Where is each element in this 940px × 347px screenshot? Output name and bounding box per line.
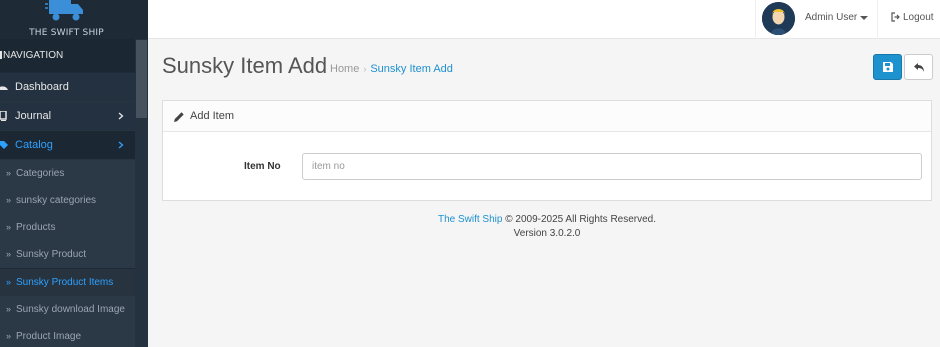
footer-version: Version 3.0.2.0 (513, 228, 581, 239)
logout-label: Logout (903, 12, 934, 23)
sidebar-subitem-sunsky-product-items[interactable]: » Sunsky Product Items (0, 269, 135, 296)
scrollbar-thumb[interactable] (136, 40, 147, 118)
sidebar-item-journal[interactable]: Journal (0, 102, 135, 131)
top-header: THE SWIFT SHIP Admin User Logout (0, 0, 940, 39)
reply-icon (913, 62, 924, 72)
caret-down-icon (860, 16, 868, 20)
panel-title: Add Item (190, 110, 235, 122)
item-no-label: Item No (244, 161, 281, 172)
truck-icon (45, 0, 83, 21)
sidebar: NAVIGATION Dashboard Journal Catalog » C… (0, 39, 148, 347)
back-button[interactable] (904, 54, 933, 80)
item-no-input[interactable] (302, 153, 922, 180)
brand-name: THE SWIFT SHIP (29, 28, 104, 38)
breadcrumb-separator: › (363, 64, 367, 74)
panel-heading: Add Item (163, 101, 931, 132)
breadcrumb-home[interactable]: Home (330, 63, 359, 75)
sidebar-subitem-sunsky-download-image[interactable]: » Sunsky download Image (0, 296, 135, 323)
angle-right-icon: » (6, 304, 12, 314)
chevron-right-icon (118, 112, 124, 120)
sidebar-item-label: Journal (15, 110, 52, 122)
footer-copyright-line: The Swift Ship © 2009-2025 All Rights Re… (162, 213, 932, 227)
user-name: Admin User (805, 12, 858, 23)
sidebar-item-label: Dashboard (15, 81, 69, 93)
user-avatar-icon (762, 2, 795, 35)
sidebar-subitem-sunsky-categories[interactable]: » sunsky categories (0, 187, 135, 214)
angle-right-icon: » (6, 195, 12, 205)
breadcrumb-current[interactable]: Sunsky Item Add (370, 63, 453, 75)
angle-right-icon: » (6, 331, 12, 341)
brand-logo[interactable]: THE SWIFT SHIP (0, 0, 148, 39)
angle-right-icon: » (6, 222, 12, 232)
breadcrumb: Home › Sunsky Item Add (330, 63, 453, 75)
sidebar-subitem-categories[interactable]: » Categories (0, 160, 135, 187)
sidebar-heading: NAVIGATION (0, 39, 135, 72)
avatar (762, 2, 795, 35)
sidebar-subitem-sunsky-product[interactable]: » Sunsky Product (0, 241, 135, 268)
save-button[interactable] (873, 54, 902, 80)
add-item-panel: Add Item Item No (162, 100, 932, 201)
sidebar-subitem-products[interactable]: » Products (0, 214, 135, 241)
sidebar-subitem-product-image[interactable]: » Product Image (0, 323, 135, 347)
angle-right-icon: » (6, 277, 12, 287)
footer: The Swift Ship © 2009-2025 All Rights Re… (162, 213, 932, 241)
footer-copyright: © 2009-2025 All Rights Reserved. (505, 214, 657, 225)
angle-right-icon: » (6, 249, 12, 259)
sidebar-scrollbar[interactable] (135, 39, 148, 347)
sidebar-item-catalog[interactable]: Catalog (0, 131, 135, 160)
tag-icon (0, 141, 8, 149)
sign-out-icon (891, 12, 900, 22)
sidebar-item-label: Catalog (15, 139, 53, 151)
bars-icon (0, 51, 2, 59)
save-icon (882, 62, 893, 72)
sidebar-item-dashboard[interactable]: Dashboard (0, 73, 135, 102)
tv-icon (0, 111, 7, 121)
user-menu[interactable]: Admin User (755, 0, 877, 39)
pencil-icon (174, 112, 184, 122)
chevron-right-icon (118, 141, 124, 149)
angle-right-icon: » (6, 168, 12, 178)
page-title: Sunsky Item Add (162, 53, 328, 78)
footer-brand-link[interactable]: The Swift Ship (438, 214, 502, 225)
dashboard-icon (0, 86, 8, 90)
logout-button[interactable]: Logout (877, 0, 940, 39)
